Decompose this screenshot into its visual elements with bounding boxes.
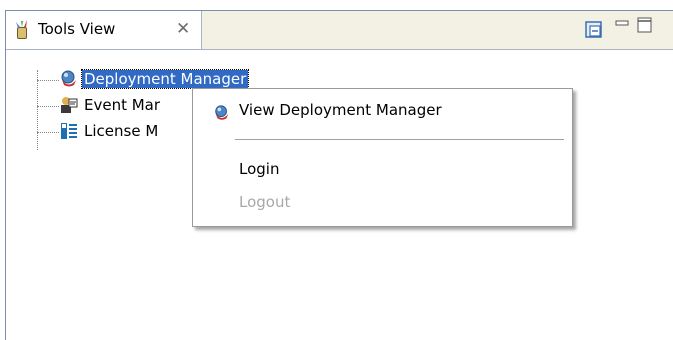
tools-view-icon [12,19,32,41]
tree-connector [37,132,59,133]
menu-item-label: Login [239,160,280,178]
tree-connector [37,80,59,81]
tab-title: Tools View [38,20,116,38]
collapse-all-icon[interactable] [584,20,604,44]
tab-tools-view[interactable]: Tools View ✕ [6,11,202,49]
maximize-icon[interactable] [636,15,654,39]
deployment-manager-icon [59,69,79,89]
minimize-icon[interactable] [614,15,630,34]
menu-item-view-deployment-manager[interactable]: View Deployment Manager [193,95,572,125]
tree-item-event-manager[interactable]: Event Mar [82,94,162,116]
event-manager-icon [59,95,79,115]
tree-connector [37,106,59,107]
menu-item-label: Logout [239,193,291,211]
tree-item-license-manager[interactable]: License M [82,120,160,142]
context-menu: View Deployment Manager Login Logout [192,88,573,227]
tree-item-deployment-manager[interactable]: Deployment Manager [80,68,250,90]
menu-separator [235,139,564,140]
menu-item-logout: Logout [193,187,572,217]
menu-item-label: View Deployment Manager [239,101,442,119]
menu-item-login[interactable]: Login [193,154,572,184]
deployment-manager-icon [213,102,231,120]
view-tab-bar: Tools View ✕ [6,11,673,50]
license-manager-icon [59,121,79,141]
close-icon[interactable]: ✕ [176,19,190,39]
tree-connector [37,70,38,150]
